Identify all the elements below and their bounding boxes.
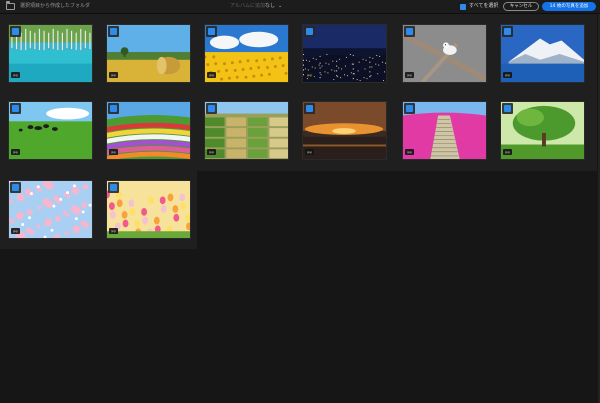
photo-select-checkbox[interactable]: [108, 103, 119, 114]
photo-tile[interactable]: jpg: [204, 101, 289, 160]
file-format-badge: jpg: [305, 72, 314, 78]
photo-tile[interactable]: jpg: [106, 180, 191, 239]
file-format-badge: jpg: [11, 228, 20, 234]
file-format-badge: jpg: [405, 72, 414, 78]
photo-tile[interactable]: jpg: [106, 101, 191, 160]
select-all-label[interactable]: すべてを選択: [469, 2, 498, 11]
photo-select-checkbox[interactable]: [502, 103, 513, 114]
photo-select-checkbox[interactable]: [404, 103, 415, 114]
file-format-badge: jpg: [405, 149, 414, 155]
chevron-down-icon[interactable]: ⌄: [278, 2, 282, 11]
photo-select-checkbox[interactable]: [304, 103, 315, 114]
add-photos-button[interactable]: 14 枚の写真を追加: [542, 2, 596, 11]
photo-tile[interactable]: jpg: [402, 24, 487, 83]
file-format-badge: jpg: [207, 72, 216, 78]
photo-select-checkbox[interactable]: [206, 103, 217, 114]
photo-tile[interactable]: jpg: [8, 101, 93, 160]
file-format-badge: jpg: [305, 149, 314, 155]
photo-select-checkbox[interactable]: [304, 26, 315, 37]
photo-tile[interactable]: jpg: [302, 24, 387, 83]
photo-select-checkbox[interactable]: [502, 26, 513, 37]
file-format-badge: jpg: [109, 72, 118, 78]
photo-tile[interactable]: jpg: [500, 101, 585, 160]
album-select[interactable]: なし: [265, 2, 275, 11]
photo-select-checkbox[interactable]: [404, 26, 415, 37]
photo-select-checkbox[interactable]: [10, 26, 21, 37]
top-bar: 選択項目から作成したフォルダ アルバムに追加 なし ⌄ すべてを選択 キャンセル…: [0, 0, 600, 14]
file-format-badge: jpg: [503, 149, 512, 155]
album-label: アルバムに追加: [230, 3, 265, 9]
file-format-badge: jpg: [207, 149, 216, 155]
photo-select-checkbox[interactable]: [10, 103, 21, 114]
photo-tile[interactable]: jpg: [8, 180, 93, 239]
photo-tile[interactable]: jpg: [204, 24, 289, 83]
photo-tile[interactable]: jpg: [500, 24, 585, 83]
photo-select-checkbox[interactable]: [206, 26, 217, 37]
photo-select-checkbox[interactable]: [10, 182, 21, 193]
select-all-checkbox[interactable]: [460, 4, 466, 10]
file-format-badge: jpg: [109, 228, 118, 234]
photo-tile[interactable]: jpg: [302, 101, 387, 160]
file-format-badge: jpg: [503, 72, 512, 78]
photo-select-checkbox[interactable]: [108, 26, 119, 37]
photo-tile[interactable]: jpg: [402, 101, 487, 160]
file-format-badge: jpg: [11, 149, 20, 155]
photo-tile[interactable]: jpg: [8, 24, 93, 83]
folder-title: 選択項目から作成したフォルダ: [20, 3, 91, 9]
file-format-badge: jpg: [11, 72, 20, 78]
file-format-badge: jpg: [109, 149, 118, 155]
photo-select-checkbox[interactable]: [108, 182, 119, 193]
folder-icon: [6, 1, 15, 10]
cancel-button[interactable]: キャンセル: [503, 2, 539, 11]
photo-tile[interactable]: jpg: [106, 24, 191, 83]
